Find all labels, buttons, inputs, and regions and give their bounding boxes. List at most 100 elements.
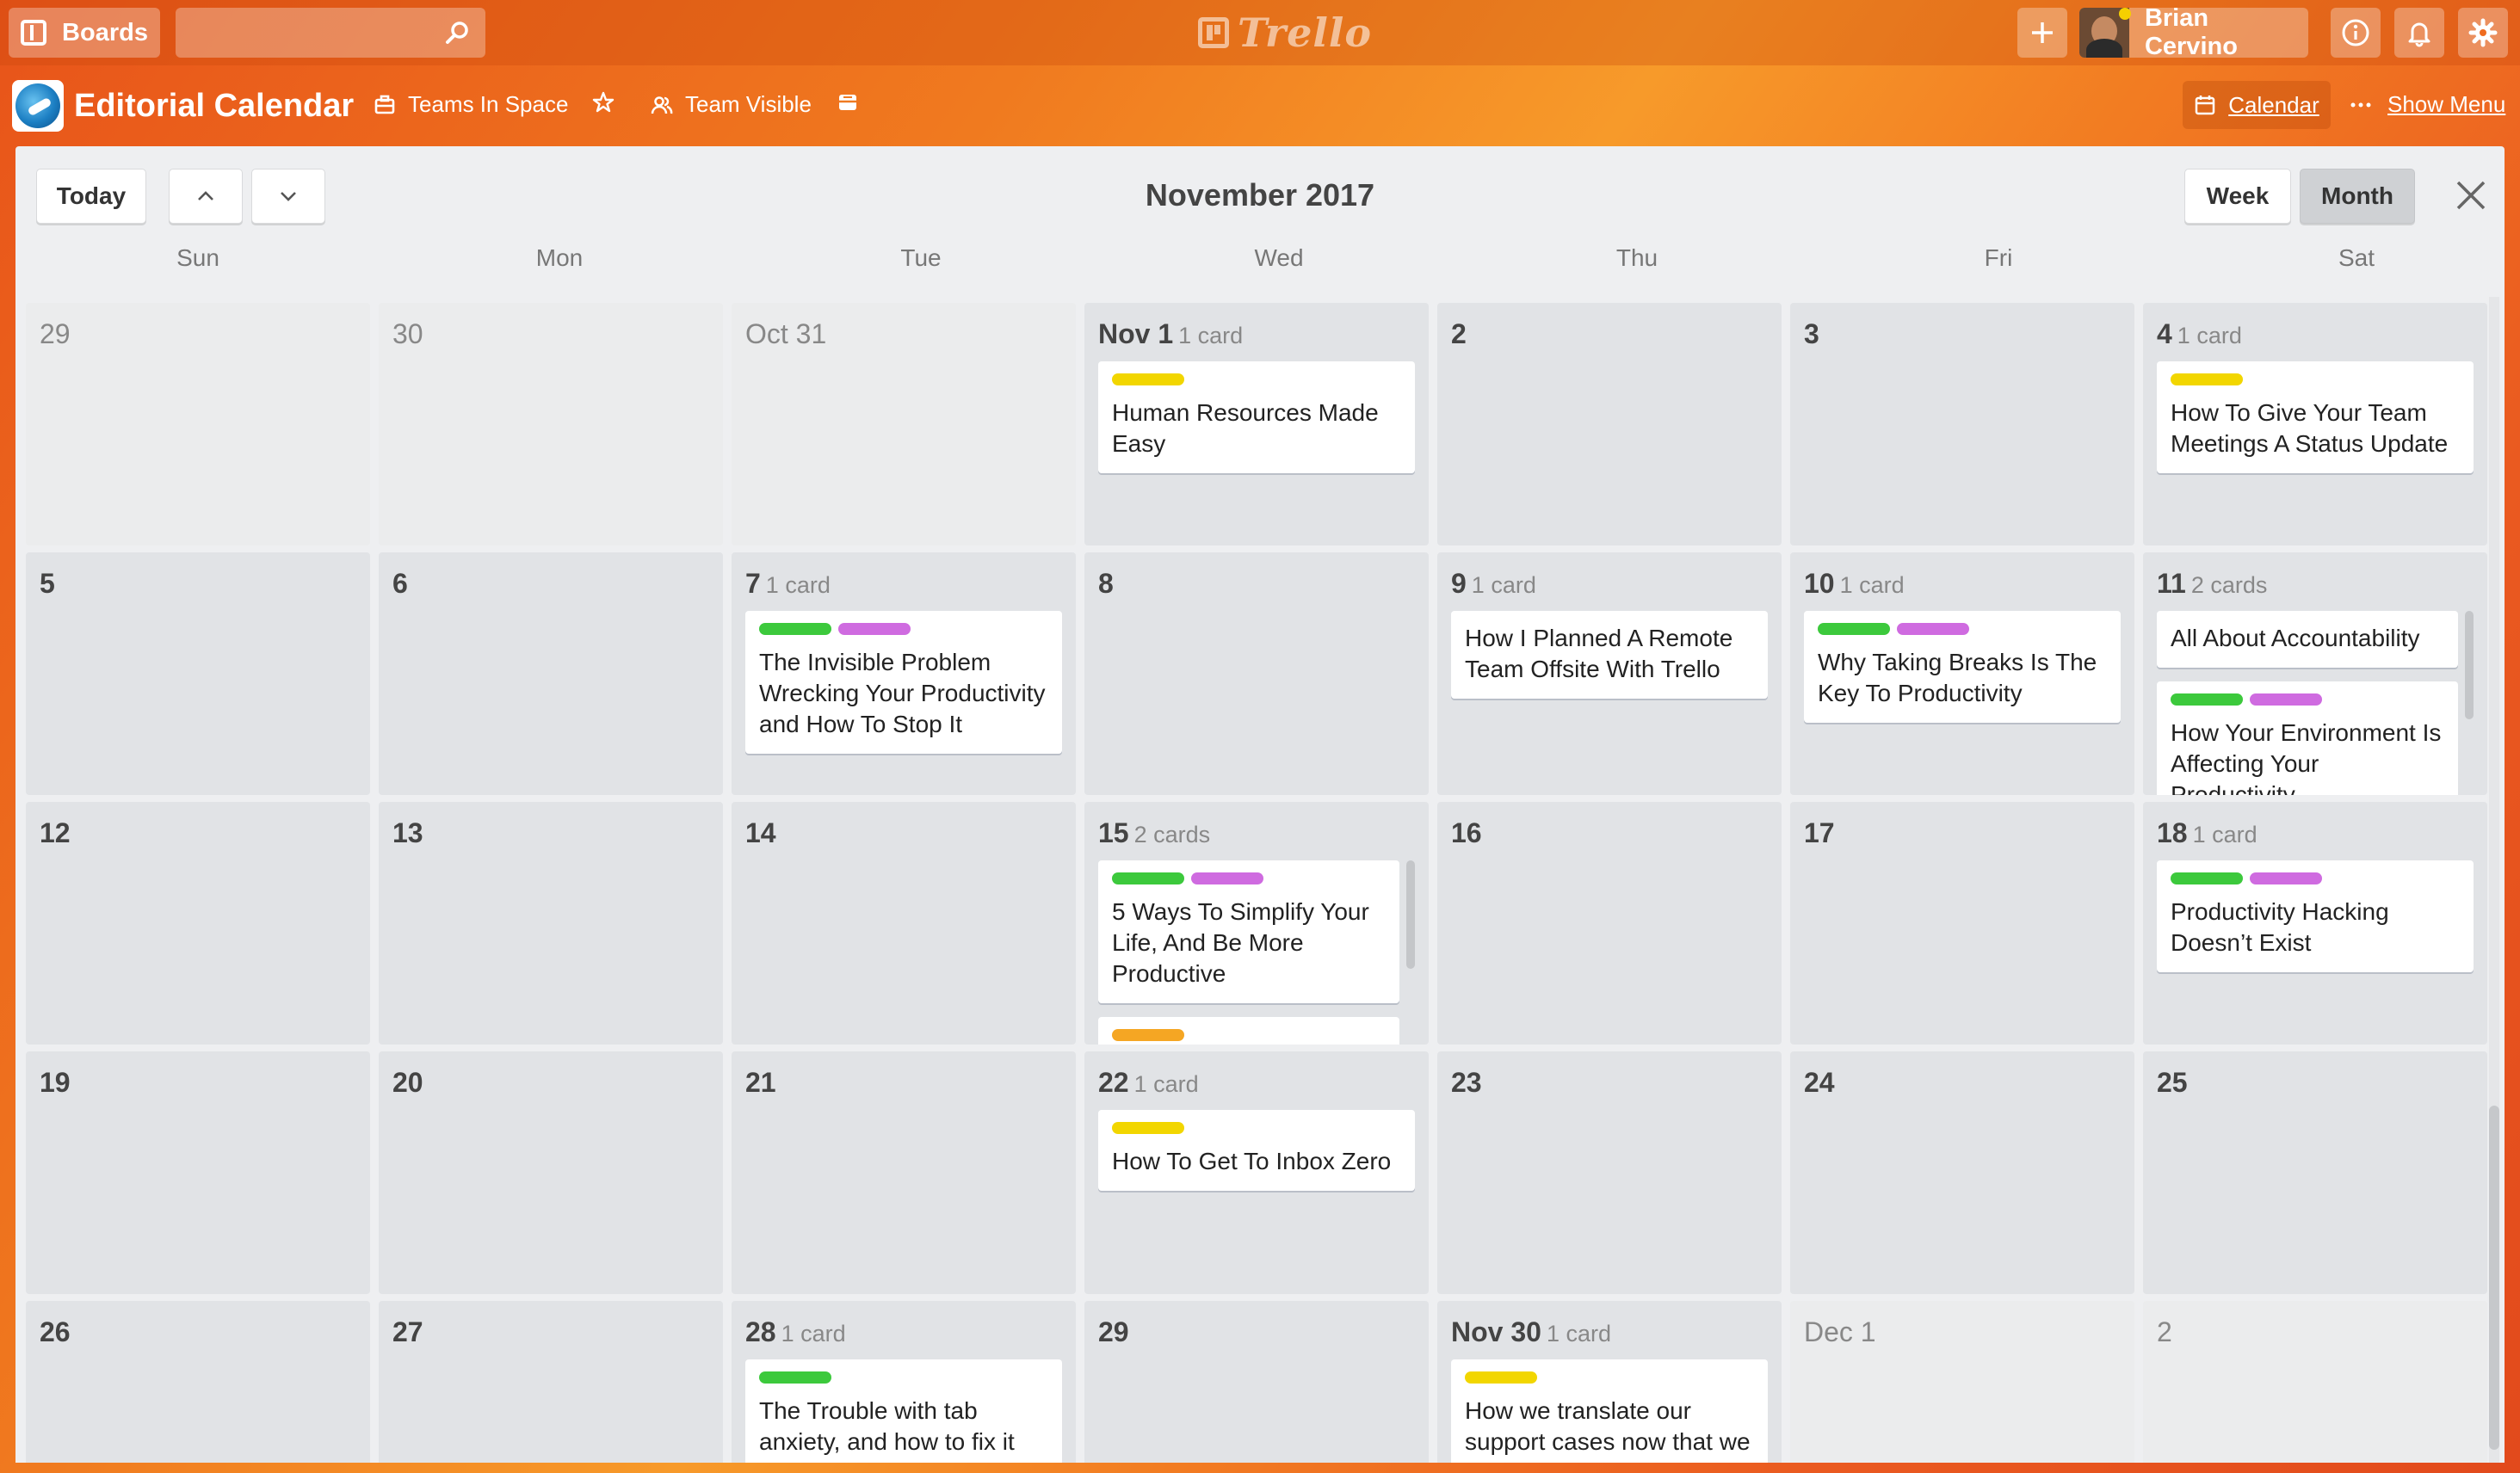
- trello-logo[interactable]: Trello: [1198, 9, 1372, 56]
- search-icon: [446, 22, 468, 44]
- day-cell[interactable]: 25: [2143, 1051, 2487, 1294]
- search-input[interactable]: [176, 8, 485, 58]
- day-cell[interactable]: 10 1 card Why Taking Breaks Is The Key To …: [1790, 552, 2134, 795]
- day-cell[interactable]: 24: [1790, 1051, 2134, 1294]
- day-cell[interactable]: 6: [379, 552, 723, 795]
- star-button[interactable]: [592, 91, 615, 114]
- weekday-wed: Wed: [1254, 244, 1304, 271]
- day-cell[interactable]: 91 card How I Planned A Remote Team Offsi…: [1437, 552, 1782, 795]
- calendar-card[interactable]: 5 Ways To Simplify Your Life, And Be Mor…: [1098, 860, 1399, 1003]
- board-extra-button[interactable]: [837, 91, 859, 114]
- day-number: 5: [40, 568, 55, 600]
- day-cell[interactable]: 22 1 card How To Get To Inbox Zero: [1084, 1051, 1429, 1294]
- card-label: [2250, 693, 2322, 706]
- card-label: [2171, 872, 2243, 884]
- card-title: Productivity Hacking Doesn’t Exist: [2171, 898, 2389, 956]
- calendar-card[interactable]: Productivity Hacking Doesn’t Exist: [2157, 860, 2474, 972]
- day-cell[interactable]: 28 1 card The Trouble with tab anxiety, an…: [732, 1301, 1076, 1463]
- visibility-button[interactable]: Team Visible: [651, 91, 812, 118]
- day-cell[interactable]: 11 2 cards All About Accountability How You…: [2143, 552, 2487, 795]
- day-cell[interactable]: 17: [1790, 802, 2134, 1045]
- day-label: 2: [1451, 318, 1467, 349]
- day-cell[interactable]: 14: [732, 802, 1076, 1045]
- day-label: 9: [1451, 568, 1467, 599]
- day-number: 24: [1804, 1067, 1835, 1099]
- card-title: How To Get To Inbox Zero: [1112, 1148, 1392, 1174]
- calendar-card[interactable]: Human Resources Made Easy: [1098, 361, 1415, 473]
- day-cell[interactable]: 12: [26, 802, 370, 1045]
- close-icon[interactable]: [2451, 176, 2491, 215]
- day-cell[interactable]: Dec 1: [1790, 1301, 2134, 1463]
- day-cell[interactable]: Oct 31: [732, 303, 1076, 545]
- notifications-button[interactable]: [2394, 8, 2444, 58]
- day-cell[interactable]: 3: [1790, 303, 2134, 545]
- day-cell[interactable]: 20: [379, 1051, 723, 1294]
- day-cell[interactable]: 16: [1437, 802, 1782, 1045]
- panel-scrollbar[interactable]: [2489, 297, 2499, 1463]
- card-count: 1 card: [1546, 1321, 1611, 1347]
- add-button[interactable]: [2017, 8, 2067, 58]
- team-button[interactable]: Teams In Space: [374, 91, 568, 118]
- day-label: 23: [1451, 1067, 1482, 1098]
- day-cell[interactable]: 18 1 card Productivity Hacking Doesn’t Exi…: [2143, 802, 2487, 1045]
- top-bar: Boards Trello Brian Cervino: [0, 0, 2520, 65]
- calendar-card[interactable]: The Invisible Problem Wrecking Your Prod…: [745, 611, 1062, 754]
- cell-scrollbar[interactable]: [1406, 860, 1415, 969]
- calendar-card[interactable]: How I Planned A Remote Team Offsite With…: [1451, 611, 1768, 699]
- card-labels: [1112, 1029, 1386, 1041]
- day-cell[interactable]: 30: [379, 303, 723, 545]
- card-label: [2171, 373, 2243, 385]
- day-cell[interactable]: 23: [1437, 1051, 1782, 1294]
- day-cell[interactable]: 2: [2143, 1301, 2487, 1463]
- day-number: 23: [1451, 1067, 1482, 1099]
- card-title: 5 Ways To Simplify Your Life, And Be Mor…: [1112, 898, 1369, 987]
- day-cell[interactable]: 71 card The Invisible Problem Wrecking Yo…: [732, 552, 1076, 795]
- card-labels: [1465, 1371, 1754, 1384]
- card-labels: [2171, 693, 2444, 706]
- day-cell[interactable]: 19: [26, 1051, 370, 1294]
- calendar-card[interactable]: How Your Environment Is Affecting Your P…: [2157, 681, 2458, 795]
- calendar-card[interactable]: Why Taking Breaks Is The Key To Producti…: [1804, 611, 2121, 723]
- day-number: 26: [40, 1316, 71, 1348]
- boards-button[interactable]: Boards: [9, 8, 160, 58]
- day-cell[interactable]: 26: [26, 1301, 370, 1463]
- plus-icon: [2032, 22, 2053, 43]
- user-menu-button[interactable]: Brian Cervino: [2079, 4, 2308, 60]
- day-cell[interactable]: 5: [26, 552, 370, 795]
- card-label: [1818, 623, 1890, 635]
- calendar-card[interactable]: How To Get To Inbox Zero: [1098, 1110, 1415, 1191]
- day-cell[interactable]: 13: [379, 802, 723, 1045]
- day-cell[interactable]: 8: [1084, 552, 1429, 795]
- day-cell[interactable]: 21: [732, 1051, 1076, 1294]
- calendar-card[interactable]: How To Give Your Team Meetings A Status …: [2157, 361, 2474, 473]
- card-label: [838, 623, 911, 635]
- day-cell[interactable]: 2: [1437, 303, 1782, 545]
- calendar-card[interactable]: All About Accountability: [2157, 611, 2458, 668]
- settings-button[interactable]: [2458, 8, 2508, 58]
- board-header: Editorial Calendar Teams In Space Team V…: [0, 79, 2520, 132]
- cell-scrollbar[interactable]: [2465, 611, 2474, 719]
- show-menu-button[interactable]: Show Menu: [2350, 91, 2505, 118]
- day-cell[interactable]: Nov 11 card Human Resources Made Easy: [1084, 303, 1429, 545]
- day-label: Dec 1: [1804, 1316, 1876, 1347]
- card-label: [2250, 872, 2322, 884]
- calendar-button[interactable]: Calendar: [2183, 81, 2331, 129]
- day-cell[interactable]: 15 2 cards 5 Ways To Simplify Your Life, A…: [1084, 802, 1429, 1045]
- day-cell[interactable]: Nov 30 1 card How we translate our support…: [1437, 1301, 1782, 1463]
- day-cell[interactable]: 29: [26, 303, 370, 545]
- card-label: [2171, 693, 2243, 706]
- trello-logo-icon: [1198, 17, 1229, 48]
- card-title: How we translate our support cases now t…: [1465, 1397, 1751, 1455]
- calendar-card[interactable]: How we translate our support cases now t…: [1451, 1359, 1768, 1463]
- month-view-button[interactable]: Month: [2300, 169, 2415, 224]
- calendar-card[interactable]: [1098, 1017, 1399, 1045]
- info-button[interactable]: [2331, 8, 2381, 58]
- day-cell[interactable]: 41 card How To Give Your Team Meetings A …: [2143, 303, 2487, 545]
- board-title[interactable]: Editorial Calendar: [74, 88, 354, 125]
- week-view-button[interactable]: Week: [2184, 169, 2291, 224]
- boards-icon: [21, 20, 47, 46]
- day-cell[interactable]: 29: [1084, 1301, 1429, 1463]
- calendar-card[interactable]: The Trouble with tab anxiety, and how to…: [745, 1359, 1062, 1463]
- day-cell[interactable]: 27: [379, 1301, 723, 1463]
- card-list: The Invisible Problem Wrecking Your Prod…: [745, 611, 1062, 795]
